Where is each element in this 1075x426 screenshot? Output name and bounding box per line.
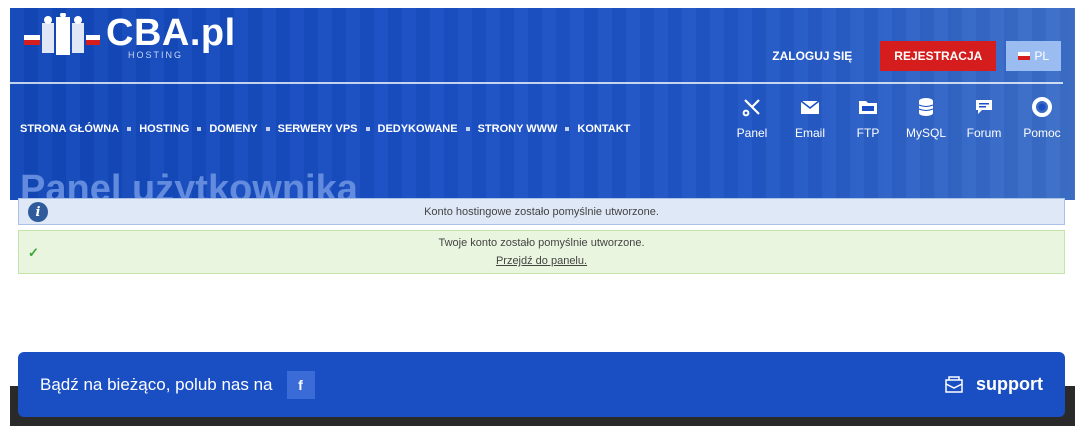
nav-separator <box>465 127 470 131</box>
support-link[interactable]: support <box>944 374 1043 395</box>
info-icon: i <box>28 202 48 222</box>
main-nav: STRONA GŁÓWNA HOSTING DOMENY SERWERY VPS… <box>20 123 630 135</box>
page-title: Panel użytkownika <box>20 168 358 200</box>
icon-nav: Panel Email FTP MySQL Forum Pomoc <box>723 96 1071 140</box>
facebook-icon: f <box>298 376 303 393</box>
facebook-button[interactable]: f <box>286 370 315 399</box>
icon-nav-panel[interactable]: Panel <box>723 96 781 140</box>
logo-mark-icon <box>22 12 102 63</box>
register-button[interactable]: REJESTRACJA <box>880 41 997 71</box>
icon-nav-mysql[interactable]: MySQL <box>897 96 955 140</box>
logo-subtitle: HOSTING <box>128 50 184 60</box>
logo-text: CBA.pl <box>106 12 236 54</box>
follow-us-text: Bądź na bieżąco, polub nas na <box>40 374 273 394</box>
nav-item-hosting[interactable]: HOSTING <box>139 123 189 135</box>
success-alert: ✓ Twoje konto zostało pomyślnie utworzon… <box>18 230 1065 274</box>
nav-separator <box>127 127 132 131</box>
nav-separator <box>265 127 270 131</box>
top-links: ZALOGUJ SIĘ REJESTRACJA PL <box>772 41 1061 71</box>
site-header: CBA.pl HOSTING ZALOGUJ SIĘ REJESTRACJA P… <box>10 8 1075 200</box>
nav-item-vps[interactable]: SERWERY VPS <box>278 123 358 135</box>
support-envelope-icon <box>945 375 963 393</box>
icon-nav-email[interactable]: Email <box>781 96 839 140</box>
icon-nav-label: Pomoc <box>1023 126 1061 140</box>
database-icon <box>918 96 934 118</box>
nav-item-contact[interactable]: KONTAKT <box>577 123 630 135</box>
info-alert: i Konto hostingowe zostało pomyślnie utw… <box>18 198 1065 225</box>
social-footer-bar: Bądź na bieżąco, polub nas na f support <box>18 352 1065 417</box>
icon-nav-label: FTP <box>856 126 880 140</box>
nav-item-home[interactable]: STRONA GŁÓWNA <box>20 123 119 135</box>
tools-icon <box>742 96 762 118</box>
icon-nav-label: Panel <box>736 126 768 140</box>
icon-nav-ftp[interactable]: FTP <box>839 96 897 140</box>
nav-separator <box>565 127 570 131</box>
lifebuoy-icon <box>1032 96 1052 118</box>
icon-nav-label: MySQL <box>905 126 946 140</box>
nav-item-dedicated[interactable]: DEDYKOWANE <box>378 123 458 135</box>
support-label: support <box>976 374 1043 394</box>
info-alert-text: Konto hostingowe zostało pomyślnie utwor… <box>424 205 659 218</box>
language-button[interactable]: PL <box>1006 41 1061 71</box>
checkmark-icon: ✓ <box>28 245 39 260</box>
nav-item-domains[interactable]: DOMENY <box>209 123 257 135</box>
nav-separator <box>197 127 202 131</box>
mail-icon <box>800 96 820 118</box>
chat-icon <box>974 96 994 118</box>
nav-item-websites[interactable]: STRONY WWW <box>478 123 558 135</box>
icon-nav-help[interactable]: Pomoc <box>1013 96 1071 140</box>
go-to-panel-link[interactable]: Przejdź do panelu. <box>496 255 587 267</box>
icon-nav-label: Forum <box>966 126 1002 140</box>
header-divider <box>10 82 1063 84</box>
language-label: PL <box>1034 49 1049 63</box>
login-link[interactable]: ZALOGUJ SIĘ <box>772 49 852 63</box>
nav-separator <box>365 127 370 131</box>
icon-nav-forum[interactable]: Forum <box>955 96 1013 140</box>
ftp-folder-icon <box>858 96 878 118</box>
success-alert-text: Twoje konto zostało pomyślnie utworzone. <box>438 237 645 249</box>
icon-nav-label: Email <box>794 126 825 140</box>
poland-flag-icon <box>1018 52 1031 60</box>
